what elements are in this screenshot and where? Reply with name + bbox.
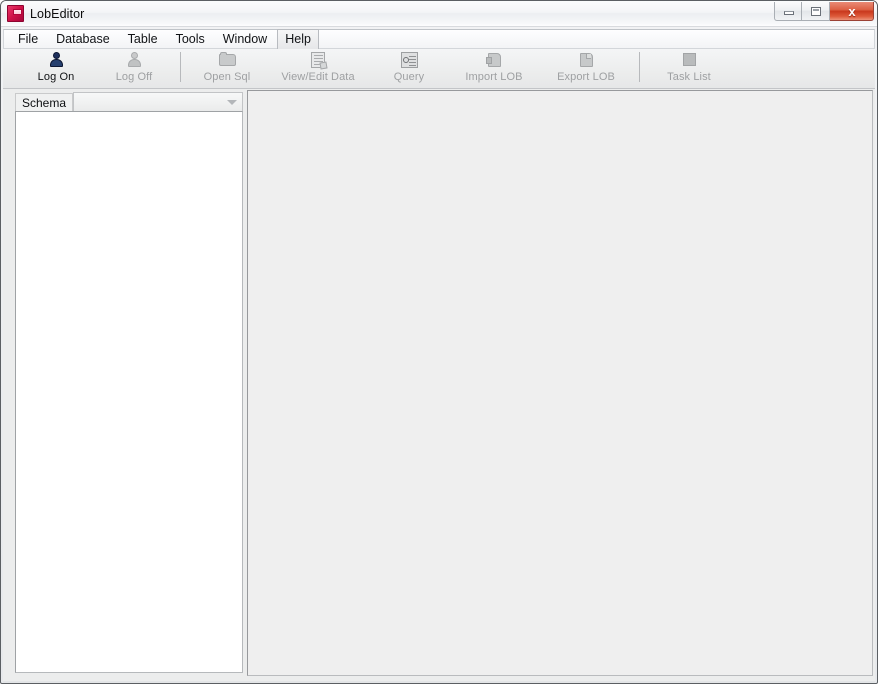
window-controls: x [774,2,874,24]
schema-sidebar: Schema [7,91,243,675]
main-toolbar: Log On Log Off Open Sql View/Edit Data Q… [3,49,875,89]
client-area: Schema [3,89,875,681]
menu-item-tools[interactable]: Tools [168,29,213,50]
schema-label-text: Schema [22,96,66,110]
mdi-client-area[interactable] [247,90,873,676]
menu-item-file[interactable]: File [10,29,46,50]
schema-label: Schema [15,93,73,111]
toolbar-button-import-lob[interactable]: Import LOB [448,49,540,89]
toolbar-label-import-lob: Import LOB [465,71,522,83]
maximize-icon [811,7,821,16]
chevron-down-icon[interactable] [227,100,237,105]
window-bottom-edge [3,681,875,683]
toolbar-label-open-sql: Open Sql [204,71,251,83]
toolbar-label-query: Query [394,71,424,83]
user-logon-icon [46,51,66,70]
toolbar-button-log-off[interactable]: Log Off [95,49,173,89]
title-bar[interactable]: LobEditor x [1,1,877,27]
menu-item-help[interactable]: Help [277,29,319,50]
task-list-icon [679,51,699,70]
query-search-icon [399,51,419,70]
user-logoff-icon [124,51,144,70]
close-button[interactable]: x [830,2,874,21]
toolbar-label-log-on: Log On [38,71,75,83]
toolbar-button-open-sql[interactable]: Open Sql [188,49,266,89]
toolbar-button-query[interactable]: Query [370,49,448,89]
menu-bar: File Database Table Tools Window Help [3,29,875,49]
minimize-icon [784,11,794,15]
application-window: LobEditor x File Database Table Tools Wi… [0,0,878,684]
toolbar-label-task-list: Task List [667,71,711,83]
menu-item-table[interactable]: Table [120,29,166,50]
toolbar-label-export-lob: Export LOB [557,71,615,83]
close-icon: x [830,4,874,19]
toolbar-label-view-edit-data: View/Edit Data [281,71,354,83]
menu-item-window[interactable]: Window [215,29,275,50]
toolbar-label-log-off: Log Off [116,71,153,83]
menu-item-database[interactable]: Database [48,29,118,50]
toolbar-button-export-lob[interactable]: Export LOB [540,49,632,89]
import-lob-icon [484,51,504,70]
document-edit-icon [308,51,328,70]
window-title: LobEditor [30,5,84,23]
schema-tree-view[interactable] [15,111,243,673]
minimize-button[interactable] [774,2,802,21]
toolbar-separator-2 [639,52,640,82]
toolbar-button-view-edit-data[interactable]: View/Edit Data [266,49,370,89]
lobeditor-app-icon[interactable] [7,5,24,22]
export-lob-icon [576,51,596,70]
toolbar-separator-1 [180,52,181,82]
folder-open-icon [217,51,237,70]
schema-selector-row: Schema [7,91,243,113]
schema-combo-box[interactable] [73,92,243,112]
maximize-button[interactable] [802,2,830,21]
toolbar-button-task-list[interactable]: Task List [647,49,731,89]
toolbar-button-log-on[interactable]: Log On [17,49,95,89]
